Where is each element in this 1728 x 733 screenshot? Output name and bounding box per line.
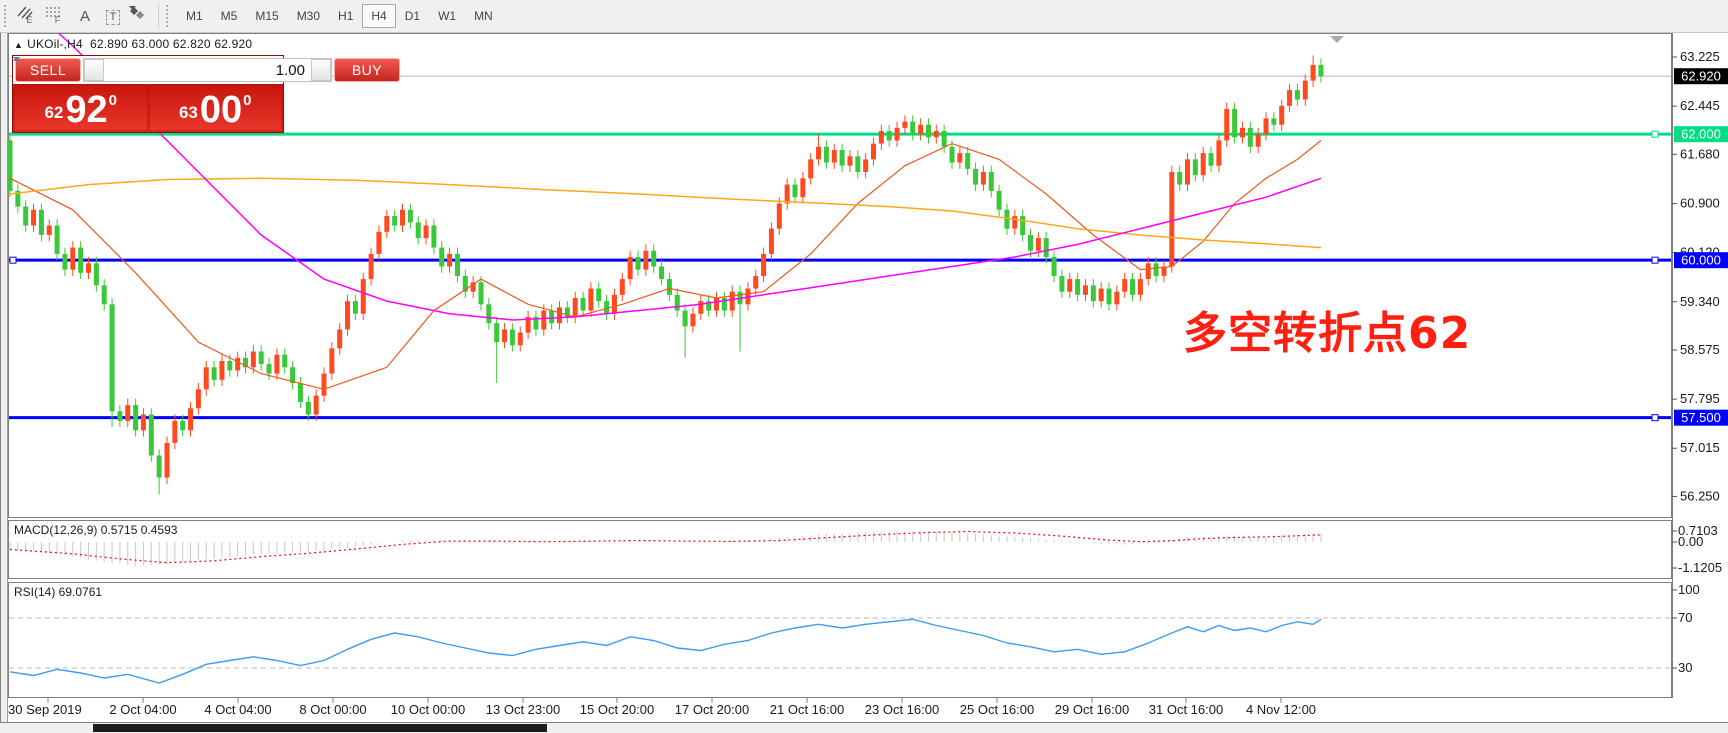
symbol-name: UKOil-,H4 bbox=[27, 37, 83, 51]
svg-text:60.000: 60.000 bbox=[1681, 253, 1721, 268]
volume-input[interactable] bbox=[104, 59, 311, 81]
text-button[interactable]: A bbox=[72, 4, 98, 28]
toolbar-separator bbox=[158, 4, 159, 28]
timeframe-group: M1M5M15M30H1H4D1W1MN bbox=[177, 4, 502, 28]
time-axis-label: 25 Oct 16:00 bbox=[960, 702, 1034, 717]
hline-handle bbox=[10, 257, 16, 263]
buy-price[interactable]: 63 00 0 bbox=[150, 86, 282, 130]
timeframe-button-h1[interactable]: H1 bbox=[329, 4, 362, 28]
sell-button[interactable]: SELL bbox=[15, 58, 81, 82]
time-axis-label: 15 Oct 20:00 bbox=[580, 702, 654, 717]
hline-handle bbox=[1652, 415, 1658, 421]
svg-text:61.680: 61.680 bbox=[1680, 146, 1720, 161]
hline-handle bbox=[1652, 257, 1658, 263]
rsi-label: RSI(14) 69.0761 bbox=[14, 585, 102, 599]
toolbar-grip[interactable] bbox=[4, 5, 11, 27]
svg-text:57.500: 57.500 bbox=[1681, 410, 1721, 425]
buy-button[interactable]: BUY bbox=[334, 58, 400, 82]
svg-text:60.900: 60.900 bbox=[1680, 195, 1720, 210]
fibonacci-button[interactable]: F bbox=[44, 4, 70, 28]
arrows-button[interactable] bbox=[128, 4, 154, 28]
toolbar: E F A T M1M5M15M30H1H4D1W1MN bbox=[0, 0, 1728, 33]
svg-text:57.015: 57.015 bbox=[1680, 440, 1720, 455]
ohlc-close: 62.920 bbox=[214, 37, 252, 51]
time-axis-label: 23 Oct 16:00 bbox=[865, 702, 939, 717]
svg-text:57.795: 57.795 bbox=[1680, 391, 1720, 406]
ohlc-open: 62.890 bbox=[90, 37, 128, 51]
equidistant-channel-button[interactable]: E bbox=[16, 4, 42, 28]
sell-price-big: 92 bbox=[65, 93, 107, 127]
time-axis-label: 29 Oct 16:00 bbox=[1055, 702, 1129, 717]
chart-title: ▲ UKOil-,H4 62.890 63.000 62.820 62.920 bbox=[14, 37, 252, 51]
one-click-trading-panel: SELL BUY 62 92 0 63 00 0 bbox=[12, 55, 284, 133]
volume-dropdown-button[interactable] bbox=[84, 59, 104, 81]
time-axis-label: 10 Oct 00:00 bbox=[391, 702, 465, 717]
svg-text:63.225: 63.225 bbox=[1680, 49, 1720, 64]
time-axis-label: 8 Oct 00:00 bbox=[299, 702, 366, 717]
volume-up-button[interactable] bbox=[311, 59, 331, 81]
svg-text:58.575: 58.575 bbox=[1680, 342, 1720, 357]
svg-text:62.000: 62.000 bbox=[1681, 127, 1721, 142]
symbol-marker-icon: ▲ bbox=[14, 40, 23, 50]
toolbar-grip[interactable] bbox=[166, 5, 173, 27]
sell-price-handle: 62 bbox=[44, 103, 63, 123]
hline-handle bbox=[1652, 131, 1658, 137]
chart-text-annotation: 多空转折点62 bbox=[1183, 297, 1471, 361]
svg-text:70: 70 bbox=[1678, 610, 1692, 625]
svg-text:100: 100 bbox=[1678, 582, 1700, 597]
svg-text:59.340: 59.340 bbox=[1680, 294, 1720, 309]
time-axis-label: 17 Oct 20:00 bbox=[675, 702, 749, 717]
time-axis-label: 21 Oct 16:00 bbox=[770, 702, 844, 717]
horizontal-scrollbar[interactable] bbox=[0, 722, 1728, 733]
time-axis-label: 13 Oct 23:00 bbox=[486, 702, 560, 717]
timeframe-button-m5[interactable]: M5 bbox=[212, 4, 247, 28]
svg-text:0.00: 0.00 bbox=[1678, 534, 1703, 549]
ohlc-low: 62.820 bbox=[173, 37, 211, 51]
timeframe-button-m30[interactable]: M30 bbox=[288, 4, 329, 28]
ohlc-high: 63.000 bbox=[131, 37, 169, 51]
time-axis-label: 31 Oct 16:00 bbox=[1149, 702, 1223, 717]
time-axis-label: 4 Oct 04:00 bbox=[204, 702, 271, 717]
timeframe-button-m15[interactable]: M15 bbox=[246, 4, 287, 28]
timeframe-button-d1[interactable]: D1 bbox=[396, 4, 429, 28]
svg-text:30: 30 bbox=[1678, 660, 1692, 675]
scrollbar-thumb[interactable] bbox=[93, 724, 547, 732]
buy-price-pip: 0 bbox=[243, 92, 251, 109]
svg-text:62.445: 62.445 bbox=[1680, 98, 1720, 113]
time-axis-label: 4 Nov 12:00 bbox=[1246, 702, 1316, 717]
timeframe-button-w1[interactable]: W1 bbox=[429, 4, 465, 28]
buy-price-handle: 63 bbox=[179, 103, 198, 123]
svg-text:62.920: 62.920 bbox=[1681, 69, 1721, 84]
sell-price-pip: 0 bbox=[109, 92, 117, 109]
buy-price-big: 00 bbox=[200, 93, 242, 127]
svg-text:-1.1205: -1.1205 bbox=[1678, 560, 1722, 575]
text-label-button[interactable]: T bbox=[100, 4, 126, 28]
macd-label: MACD(12,26,9) 0.5715 0.4593 bbox=[14, 523, 177, 537]
timeframe-button-m1[interactable]: M1 bbox=[177, 4, 212, 28]
svg-text:56.250: 56.250 bbox=[1680, 488, 1720, 503]
timeframe-button-h4[interactable]: H4 bbox=[362, 4, 395, 28]
timeframe-button-mn[interactable]: MN bbox=[465, 4, 502, 28]
sell-price[interactable]: 62 92 0 bbox=[15, 86, 147, 130]
volume-control bbox=[83, 58, 332, 82]
time-axis-label: 2 Oct 04:00 bbox=[109, 702, 176, 717]
time-axis-label: 30 Sep 2019 bbox=[8, 702, 82, 717]
text-icon: A bbox=[80, 9, 90, 25]
text-label-icon: T bbox=[106, 10, 121, 25]
